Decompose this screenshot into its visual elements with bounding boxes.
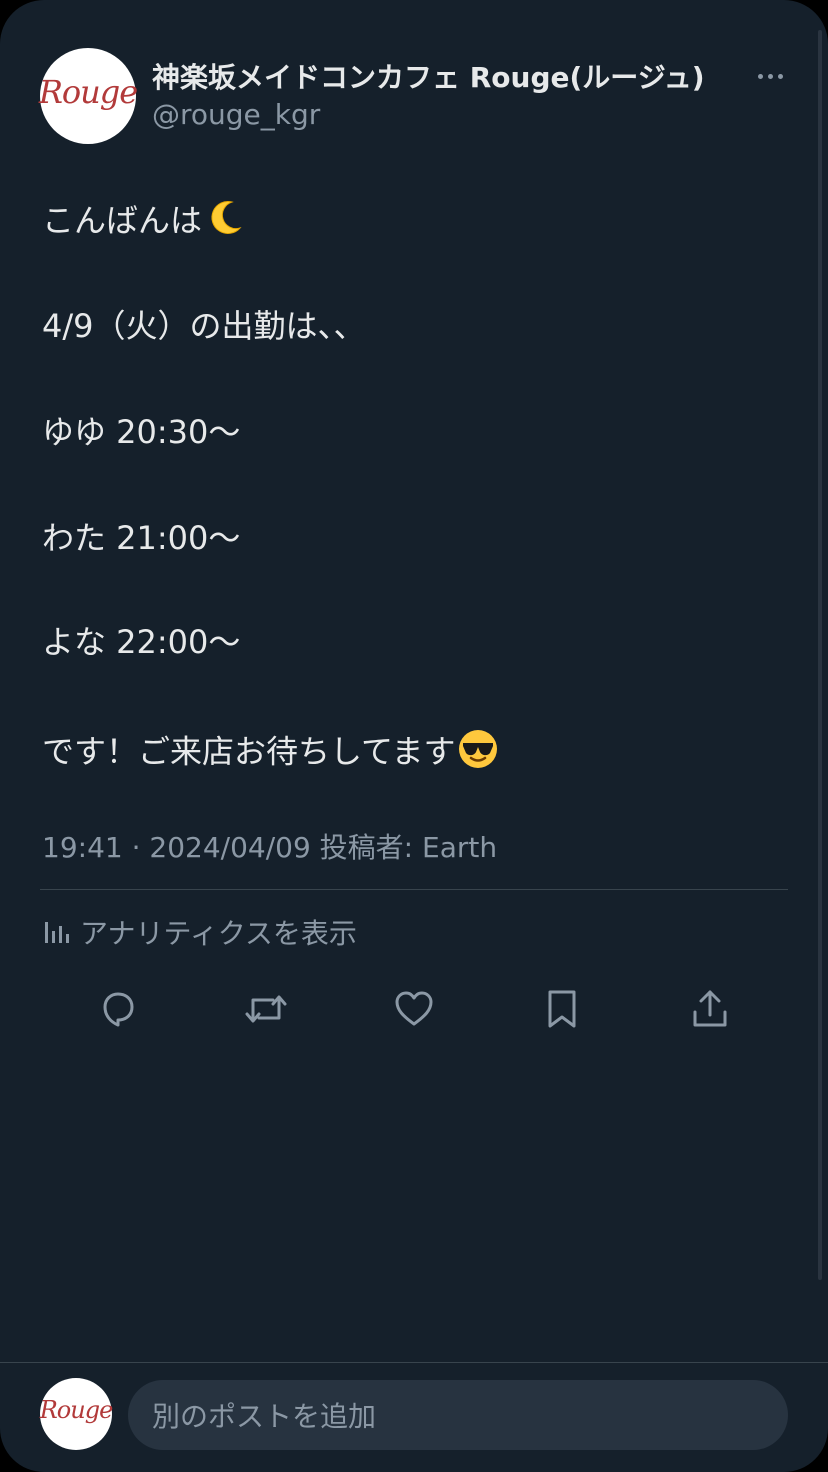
- share-icon: [693, 990, 727, 1027]
- post-text-closing: です！ご来店お待ちしてます: [42, 732, 456, 771]
- avatar-logo-subtext: [87, 111, 89, 117]
- add-post-placeholder: 別のポストを追加: [152, 1400, 377, 1433]
- heart-icon: [395, 991, 433, 1026]
- post-text-greeting: こんばんは: [42, 201, 203, 240]
- post-line-wata: わた 21:00〜: [42, 519, 241, 557]
- bar-chart-icon: [45, 922, 69, 943]
- view-analytics-link[interactable]: アナリティクスを表示: [42, 912, 357, 952]
- like-button[interactable]: [389, 984, 439, 1034]
- post-line-yona: よな 22:00〜: [42, 623, 241, 661]
- compose-avatar-logo-subtext: [75, 1425, 77, 1430]
- reply-button[interactable]: [93, 984, 143, 1034]
- compose-avatar[interactable]: Rouge: [39, 1378, 114, 1450]
- post-timestamp-meta: 19:41 · 2024/04/09 投稿者: Earth: [42, 831, 498, 864]
- more-options-button[interactable]: [750, 60, 790, 92]
- add-post-input[interactable]: 別のポストを追加: [128, 1380, 788, 1450]
- post-line-greeting: こんばんは: [42, 198, 244, 247]
- analytics-label: アナリティクスを表示: [80, 917, 357, 950]
- post-detail-sheet: Rouge 神楽坂メイドコンカフェ Rouge(ルージュ) @rouge_kgr…: [0, 0, 828, 1472]
- avatar-logo: Rouge: [38, 72, 138, 111]
- post-action-bar: [0, 984, 828, 1034]
- repost-icon: [245, 995, 287, 1023]
- repost-button[interactable]: [241, 984, 291, 1034]
- divider: [40, 889, 788, 890]
- bookmark-icon: [548, 990, 576, 1028]
- post-line-yuyu: ゆゆ 20:30〜: [42, 413, 241, 451]
- post-line-closing: です！ご来店お待ちしてます: [42, 728, 499, 779]
- share-button[interactable]: [685, 984, 735, 1034]
- compose-divider: [0, 1362, 828, 1363]
- avatar[interactable]: Rouge: [38, 48, 138, 144]
- user-handle[interactable]: @rouge_kgr: [152, 98, 320, 131]
- more-horizontal-icon-dot: [767, 73, 773, 79]
- more-horizontal-icon-dot: [777, 73, 783, 79]
- reply-icon: [103, 992, 134, 1027]
- display-name[interactable]: 神楽坂メイドコンカフェ Rouge(ルージュ): [152, 56, 705, 96]
- bookmark-button[interactable]: [537, 984, 587, 1034]
- smiling-face-with-sunglasses-emoji: [457, 728, 499, 779]
- compose-avatar-logo: Rouge: [39, 1396, 114, 1424]
- more-horizontal-icon: [757, 73, 763, 79]
- scrollbar[interactable]: [818, 30, 822, 1280]
- post-line-schedule-header: 4/9（火）の出勤は、、: [42, 307, 366, 345]
- crescent-moon-emoji: [204, 198, 244, 247]
